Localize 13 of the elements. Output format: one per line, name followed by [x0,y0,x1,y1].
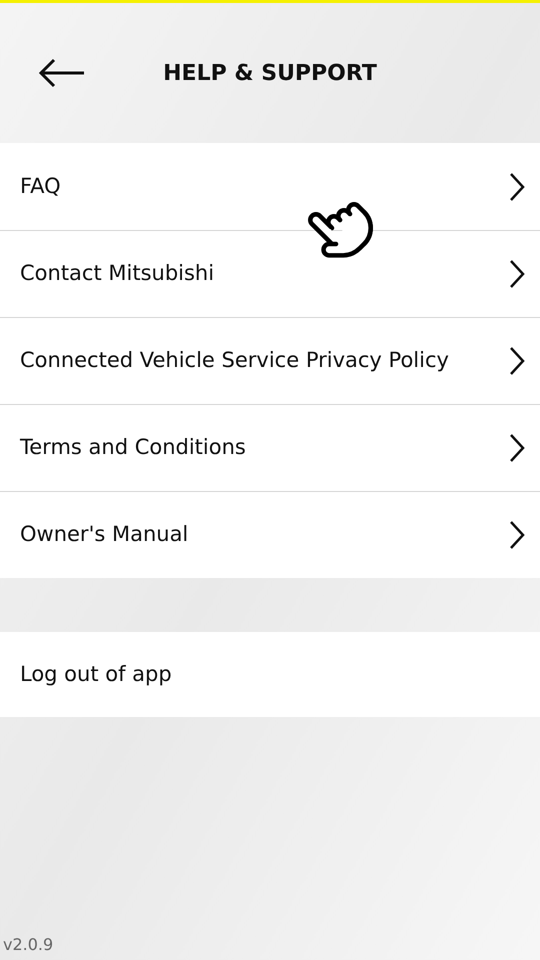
menu-item[interactable]: Owner's Manual [0,491,540,578]
chevron-right-icon [508,346,526,376]
chevron-right-icon [508,520,526,550]
menu-item[interactable]: Connected Vehicle Service Privacy Policy [0,317,540,404]
version-label: v2.0.9 [2,934,54,956]
menu-item[interactable]: FAQ [0,143,540,230]
menu-item[interactable]: Terms and Conditions [0,404,540,491]
chevron-right-icon [508,172,526,202]
back-arrow-icon [38,58,86,88]
chevron-right-icon [508,259,526,289]
logout-button[interactable]: Log out of app [0,632,540,717]
page-title: HELP & SUPPORT [163,60,377,88]
chevron-right-icon [508,433,526,463]
